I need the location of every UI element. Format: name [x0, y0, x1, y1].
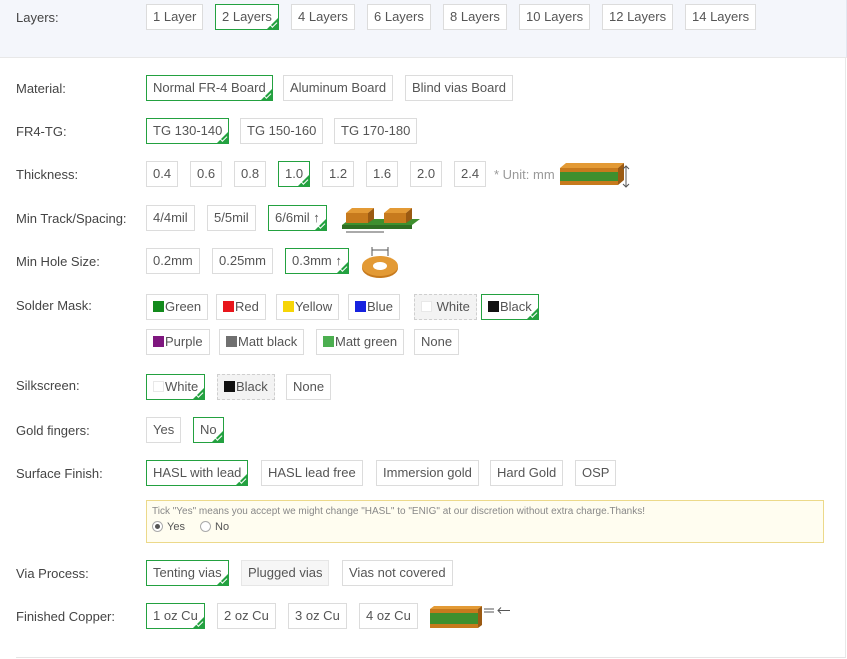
solder-option-blue[interactable]: Blue [348, 294, 401, 320]
yellow-swatch [283, 301, 294, 312]
solder-option-black[interactable]: Black [481, 294, 539, 320]
hole-label: Min Hole Size: [16, 254, 100, 269]
divider [845, 57, 846, 657]
hole-option-0-25[interactable]: 0.25mm [212, 248, 273, 274]
surface-option-hard-gold[interactable]: Hard Gold [490, 460, 564, 486]
via-label: Via Process: [16, 566, 89, 581]
thickness-option-1-0[interactable]: 1.0 [278, 161, 311, 187]
track-spacing-illustration [342, 208, 420, 233]
thickness-option-1-6[interactable]: 1.6 [366, 161, 399, 187]
layers-option-8[interactable]: 8 Layers [443, 4, 507, 30]
copper-option-1oz[interactable]: 1 oz Cu [146, 603, 205, 629]
fr4tg-option-170[interactable]: TG 170-180 [334, 118, 418, 144]
solder-option-red[interactable]: Red [216, 294, 266, 320]
hasl-radio-yes[interactable]: Yes [152, 521, 185, 533]
layers-option-4[interactable]: 4 Layers [291, 4, 355, 30]
white-swatch [421, 301, 432, 312]
solder-option-none[interactable]: None [414, 329, 460, 355]
divider [16, 657, 846, 658]
silk-option-white[interactable]: White [146, 374, 206, 400]
thickness-option-1-2[interactable]: 1.2 [322, 161, 355, 187]
radio-unchecked-icon[interactable] [200, 521, 212, 532]
layers-option-2[interactable]: 2 Layers [215, 4, 279, 30]
board-thickness-illustration [560, 163, 630, 188]
surface-option-hasl-lead[interactable]: HASL with lead [146, 460, 249, 486]
material-option-fr4[interactable]: Normal FR-4 Board [146, 75, 273, 101]
gold-option-yes[interactable]: Yes [146, 417, 182, 443]
material-option-aluminum[interactable]: Aluminum Board [283, 75, 394, 101]
solder-option-yellow[interactable]: Yellow [276, 294, 340, 320]
red-swatch [223, 301, 234, 312]
surface-option-osp[interactable]: OSP [575, 460, 617, 486]
hasl-radio-group: Yes No [152, 521, 241, 533]
hasl-notice-box: Tick "Yes" means you accept we might cha… [146, 500, 824, 543]
black-swatch [488, 301, 499, 312]
silk-label: Silkscreen: [16, 378, 80, 393]
copper-option-2oz[interactable]: 2 oz Cu [217, 603, 276, 629]
hole-option-0-2[interactable]: 0.2mm [146, 248, 200, 274]
thickness-option-0-8[interactable]: 0.8 [234, 161, 267, 187]
layers-label: Layers: [16, 10, 59, 25]
copper-option-4oz[interactable]: 4 oz Cu [359, 603, 418, 629]
surface-option-hasl-lead-free[interactable]: HASL lead free [261, 460, 363, 486]
green-swatch [153, 301, 164, 312]
hasl-radio-no[interactable]: No [200, 521, 229, 533]
material-label: Material: [16, 81, 66, 96]
solder-option-purple[interactable]: Purple [146, 329, 210, 355]
layers-option-1[interactable]: 1 Layer [146, 4, 204, 30]
solder-option-green[interactable]: Green [146, 294, 209, 320]
copper-thickness-illustration [430, 606, 510, 628]
hole-size-illustration [362, 247, 398, 278]
solder-option-white[interactable]: White [414, 294, 477, 320]
layers-option-14[interactable]: 14 Layers [685, 4, 757, 30]
via-option-tenting[interactable]: Tenting vias [146, 560, 229, 586]
thickness-option-0-4[interactable]: 0.4 [146, 161, 179, 187]
copper-label: Finished Copper: [16, 609, 115, 624]
divider [0, 57, 847, 58]
track-option-4mil[interactable]: 4/4mil [146, 205, 195, 231]
thickness-label: Thickness: [16, 167, 79, 182]
purple-swatch [153, 336, 164, 347]
via-option-plugged[interactable]: Plugged vias [241, 560, 330, 586]
fr4tg-option-130[interactable]: TG 130-140 [146, 118, 230, 144]
layers-option-10[interactable]: 10 Layers [519, 4, 591, 30]
solder-label: Solder Mask: [16, 298, 92, 313]
thickness-option-0-6[interactable]: 0.6 [190, 161, 223, 187]
gold-option-no[interactable]: No [193, 417, 224, 443]
track-label: Min Track/Spacing: [16, 211, 127, 226]
layers-option-12[interactable]: 12 Layers [602, 4, 674, 30]
black-swatch [224, 381, 235, 392]
via-option-not-covered[interactable]: Vias not covered [342, 560, 453, 586]
blue-swatch [355, 301, 366, 312]
fr4tg-label: FR4-TG: [16, 124, 67, 139]
fr4tg-option-150[interactable]: TG 150-160 [240, 118, 324, 144]
silk-option-none[interactable]: None [286, 374, 332, 400]
silk-option-black[interactable]: Black [217, 374, 275, 400]
hole-option-0-3[interactable]: 0.3mm ↑ [285, 248, 349, 274]
copper-option-3oz[interactable]: 3 oz Cu [288, 603, 347, 629]
solder-option-matt-black[interactable]: Matt black [219, 329, 305, 355]
thickness-option-2-0[interactable]: 2.0 [410, 161, 443, 187]
white-swatch [153, 381, 164, 392]
radio-checked-icon[interactable] [152, 521, 163, 532]
track-option-5mil[interactable]: 5/5mil [207, 205, 256, 231]
surface-option-immersion-gold[interactable]: Immersion gold [376, 460, 479, 486]
hasl-notice-text: Tick "Yes" means you accept we might cha… [152, 506, 646, 517]
thickness-unit-note: * Unit: mm [494, 167, 555, 182]
matt-black-swatch [226, 336, 237, 347]
material-option-blind-vias[interactable]: Blind vias Board [405, 75, 513, 101]
track-option-6mil[interactable]: 6/6mil ↑ [268, 205, 327, 231]
layers-option-6[interactable]: 6 Layers [367, 4, 431, 30]
gold-label: Gold fingers: [16, 423, 90, 438]
matt-green-swatch [323, 336, 334, 347]
surface-label: Surface Finish: [16, 466, 103, 481]
thickness-option-2-4[interactable]: 2.4 [454, 161, 487, 187]
solder-option-matt-green[interactable]: Matt green [316, 329, 405, 355]
